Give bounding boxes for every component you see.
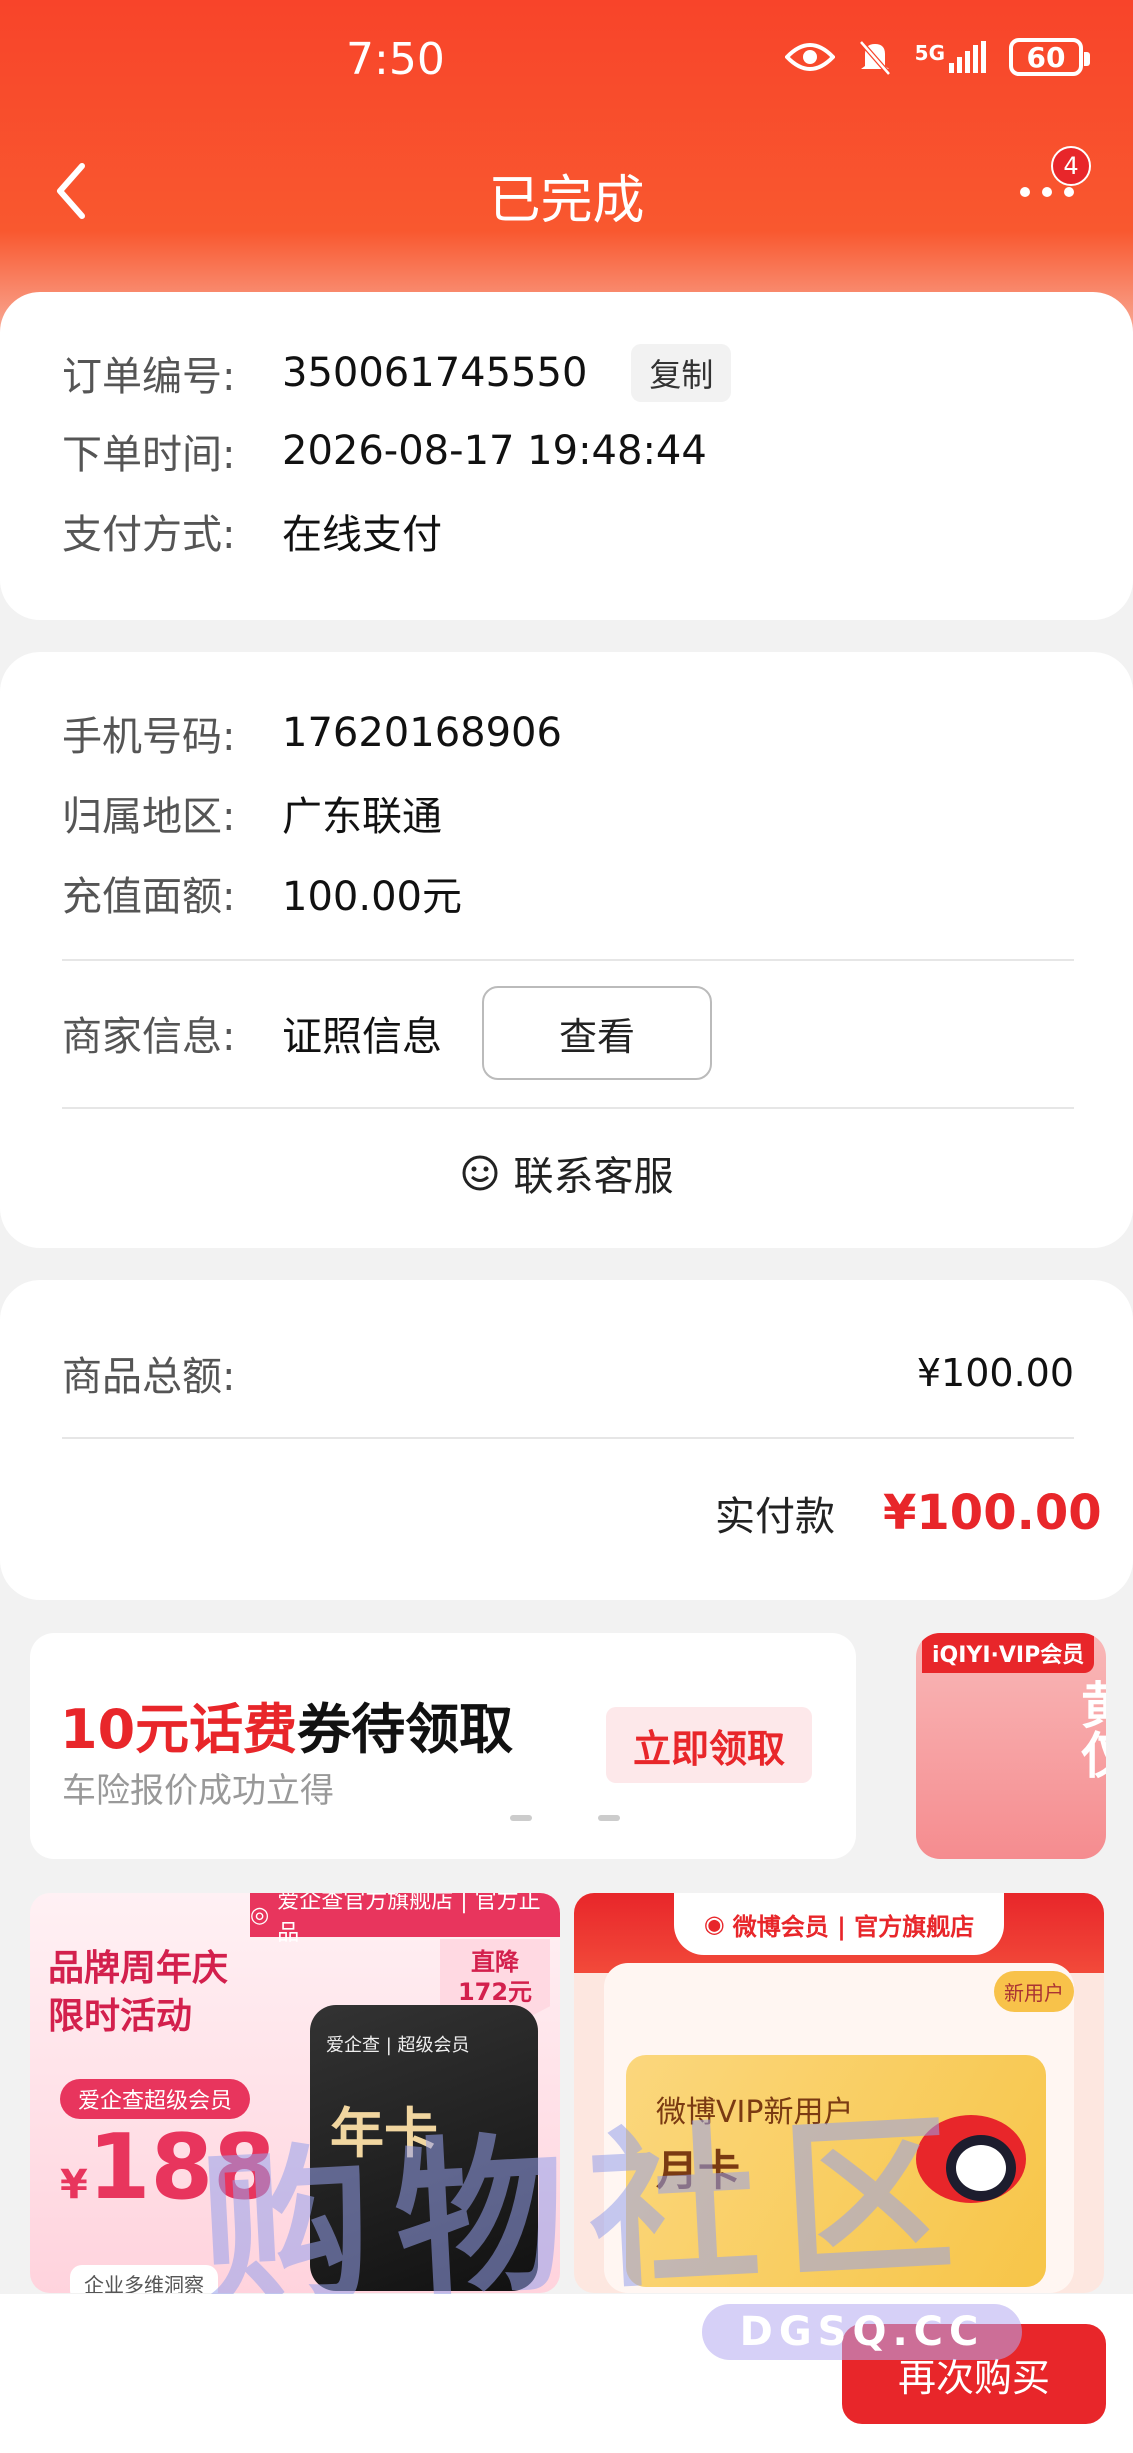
status-bar: 7:50 5G 60 xyxy=(0,0,1133,120)
paid-row: 实付款 ¥100.00 xyxy=(715,1484,1102,1542)
eye-icon xyxy=(784,41,835,73)
notification-badge: 4 xyxy=(1051,146,1091,186)
copy-button[interactable]: 复制 xyxy=(631,344,732,402)
contact-service-button[interactable]: 联系客服 xyxy=(0,1144,1133,1202)
price-value: 188 xyxy=(87,2115,276,2220)
aiqicha-logo-icon: ◎ xyxy=(250,1902,270,1928)
order-number-row: 订单编号: 350061745550 复制 xyxy=(62,344,732,402)
product-headline: 品牌周年庆 限时活动 xyxy=(48,1945,228,2041)
signal-icon: 5G xyxy=(915,41,987,73)
promo-title-highlight: 10元话费 xyxy=(60,1698,298,1761)
smile-icon xyxy=(462,1155,497,1191)
drop-label: 直降 xyxy=(471,1948,519,1976)
carousel-dot xyxy=(598,1815,620,1821)
paid-label: 实付款 xyxy=(715,1494,835,1540)
merchant-row: 商家信息: 证照信息 查看 xyxy=(62,986,712,1080)
divider xyxy=(62,959,1074,961)
card-title: 微博VIP新用户 xyxy=(656,2095,854,2130)
card-type: 年卡 xyxy=(330,2102,438,2165)
iqiyi-tag: iQIYI·VIP会员 xyxy=(922,1633,1095,1673)
membership-card-image: 微博VIP新用户 月卡 xyxy=(626,2055,1046,2287)
promo-title: 10元话费券待领取 xyxy=(60,1685,513,1764)
amount-row: 充值面额: 100.00元 xyxy=(62,864,462,922)
merchant-label: 商家信息: xyxy=(62,1014,236,1060)
paid-value: ¥100.00 xyxy=(883,1485,1102,1541)
page-title: 已完成 xyxy=(488,171,645,231)
bell-muted-icon xyxy=(857,38,893,76)
view-license-button[interactable]: 查看 xyxy=(482,986,712,1080)
weibo-eye-icon xyxy=(916,2115,1026,2203)
merchant-value: 证照信息 xyxy=(282,1014,442,1060)
iqiyi-text: 黄仅 xyxy=(1073,1679,1106,1779)
order-number-value: 350061745550 xyxy=(282,350,588,396)
carousel-dot xyxy=(510,1815,532,1821)
order-info-card: 订单编号: 350061745550 复制 下单时间: 2026-08-17 1… xyxy=(0,292,1133,620)
amount-value: 100.00元 xyxy=(282,874,462,920)
store-name: 爱企查官方旗舰店 | 官方正品 xyxy=(277,1893,541,1946)
product-card-aiqicha[interactable]: ◎ 爱企查官方旗舰店 | 官方正品 品牌周年庆 限时活动 直降 172元 爱企查… xyxy=(30,1893,560,2293)
store-name: 微博会员 | 官方旗舰店 xyxy=(732,1912,975,1941)
amount-label: 充值面额: xyxy=(62,874,236,920)
region-value: 广东联通 xyxy=(282,794,442,840)
watermark-url: DGSQ.CC xyxy=(702,2304,1022,2360)
membership-card-image: 爱企查 | 超级会员 年卡 xyxy=(310,2005,538,2291)
recharge-info-card: 手机号码: 17620168906 归属地区: 广东联通 充值面额: 100.0… xyxy=(0,652,1133,1248)
headline-line-2: 限时活动 xyxy=(48,1996,193,2037)
order-time-label: 下单时间: xyxy=(62,432,236,478)
totals-card: 商品总额: ¥100.00 实付款 ¥100.00 xyxy=(0,1280,1133,1600)
store-banner: ◎ 爱企查官方旗舰店 | 官方正品 xyxy=(250,1893,560,1946)
region-label: 归属地区: xyxy=(62,794,236,840)
phone-row: 手机号码: 17620168906 xyxy=(62,704,562,762)
product-chip: 爱企查超级会员 xyxy=(60,2079,251,2119)
product-footer: 企业多维洞察 xyxy=(70,2265,218,2293)
goods-total-row: 商品总额: ¥100.00 xyxy=(62,1344,1074,1402)
network-label: 5G xyxy=(914,41,945,65)
phone-value: 17620168906 xyxy=(282,710,562,756)
status-icons: 5G 60 xyxy=(784,38,1090,76)
more-button[interactable]: 4 xyxy=(1017,146,1091,220)
status-time: 7:50 xyxy=(346,34,445,85)
iqiyi-promo-card[interactable]: iQIYI·VIP会员 黄仅 xyxy=(916,1633,1106,1859)
payment-method-value: 在线支付 xyxy=(282,512,442,558)
phone-label: 手机号码: xyxy=(62,714,236,760)
battery-icon: 60 xyxy=(1009,38,1090,76)
card-title: 爱企查 | 超级会员 xyxy=(326,2035,470,2056)
drop-amount: 172元 xyxy=(457,1978,533,2006)
order-time-value: 2026-08-17 19:48:44 xyxy=(282,428,707,474)
claim-button[interactable]: 立即领取 xyxy=(606,1707,812,1783)
carousel-dots xyxy=(510,1815,660,1821)
nav-bar: 已完成 4 xyxy=(0,130,1133,250)
contact-service-label: 联系客服 xyxy=(513,1154,674,1200)
order-number-label: 订单编号: xyxy=(62,354,236,400)
divider xyxy=(62,1437,1074,1439)
divider xyxy=(62,1107,1074,1109)
headline-line-1: 品牌周年庆 xyxy=(48,1948,229,1989)
price-symbol: ¥ xyxy=(60,2162,88,2208)
payment-method-row: 支付方式: 在线支付 xyxy=(62,502,442,560)
new-user-tag: 新用户 xyxy=(994,1971,1074,2012)
weibo-logo-icon: ◉ xyxy=(703,1910,725,1938)
promo-title-rest: 券待领取 xyxy=(297,1698,514,1761)
card-type: 月卡 xyxy=(656,2146,741,2195)
promo-banner[interactable]: 10元话费券待领取 车险报价成功立得 立即领取 xyxy=(30,1633,856,1859)
region-row: 归属地区: 广东联通 xyxy=(62,784,442,842)
order-time-row: 下单时间: 2026-08-17 19:48:44 xyxy=(62,422,707,480)
goods-total-value: ¥100.00 xyxy=(916,1351,1074,1395)
product-price: ¥188 xyxy=(60,2115,276,2220)
promo-subtitle: 车险报价成功立得 xyxy=(62,1771,334,1811)
payment-method-label: 支付方式: xyxy=(62,512,236,558)
goods-total-label: 商品总额: xyxy=(62,1354,236,1400)
product-card-weibo[interactable]: ◉ 微博会员 | 官方旗舰店 新用户 微博VIP新用户 月卡 xyxy=(574,1893,1104,2293)
store-banner: ◉ 微博会员 | 官方旗舰店 xyxy=(674,1893,1004,1955)
